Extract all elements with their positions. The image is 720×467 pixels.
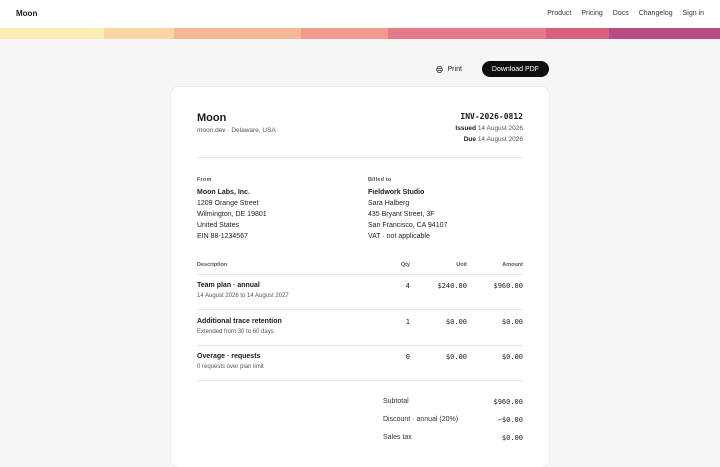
- due-value: 14 August 2026: [477, 136, 523, 143]
- from-line: Wilmington, DE 19801: [197, 211, 267, 218]
- item-amount: $0.00: [501, 318, 523, 326]
- sales-tax-value: $0.00: [501, 434, 523, 442]
- item-unit: $0.00: [445, 353, 467, 361]
- discount-value: −$0.00: [497, 416, 523, 424]
- stripe-segment: [301, 28, 388, 39]
- from-line: United States: [197, 222, 240, 229]
- stripe-segment: [388, 28, 546, 39]
- stripe-segment: [174, 28, 301, 39]
- item-description: Extended from 30 to 60 days: [197, 329, 274, 335]
- stripe-segment: [104, 28, 174, 39]
- col-unit: Unit: [456, 262, 467, 268]
- brand-logo[interactable]: Moon: [16, 9, 37, 18]
- billed-to-line: Sara Halberg: [368, 200, 410, 207]
- sales-tax-label: Sales tax: [383, 434, 412, 441]
- print-label: Print: [447, 65, 462, 73]
- top-nav: Moon Product Pricing Docs Changelog Sign…: [0, 0, 720, 28]
- col-description: Description: [197, 262, 228, 268]
- from-line: EIN 88-1234567: [197, 233, 248, 240]
- item-title: Overage · requests: [197, 353, 261, 360]
- issued-value: 14 August 2026: [477, 125, 523, 132]
- divider: [197, 345, 523, 346]
- billed-to-block: Billed to Fieldwork Studio Sara Halberg …: [368, 177, 528, 242]
- item-qty: 1: [405, 318, 410, 326]
- nav-link-product[interactable]: Product: [547, 10, 571, 17]
- divider: [197, 274, 523, 275]
- item-amount: $960.00: [493, 282, 523, 290]
- stripe-segment: [546, 28, 609, 39]
- nav-links: Product Pricing Docs Changelog Sign in: [547, 10, 704, 17]
- item-unit: $240.00: [437, 282, 467, 290]
- item-unit: $0.00: [445, 318, 467, 326]
- from-block: From Moon Labs, Inc. 1209 Orange Street …: [197, 177, 357, 242]
- download-pdf-button[interactable]: Download PDF: [481, 61, 549, 77]
- item-description: 0 requests over plan limit: [197, 364, 264, 370]
- discount-label: Discount · annual (20%): [383, 416, 459, 423]
- billed-to-name: Fieldwork Studio: [368, 189, 425, 196]
- item-qty: 4: [405, 282, 410, 290]
- billed-to-line: VAT · not applicable: [368, 233, 430, 240]
- stripe-segment: [0, 28, 104, 39]
- divider: [197, 380, 523, 381]
- nav-link-sign-in[interactable]: Sign in: [683, 10, 704, 17]
- item-period: 14 August 2026 to 14 August 2027: [197, 293, 289, 299]
- col-qty: Qty: [400, 262, 410, 268]
- nav-link-docs[interactable]: Docs: [613, 10, 629, 17]
- item-amount: $0.00: [501, 353, 523, 361]
- item-qty: 0: [405, 353, 410, 361]
- due-date: Due 14 August 2026: [464, 136, 523, 143]
- issued-date: Issued 14 August 2026: [455, 125, 523, 132]
- invoice-actions: Print Download PDF: [426, 61, 549, 77]
- subtotal-value: $960.00: [493, 398, 523, 406]
- item-title: Team plan · annual: [197, 282, 260, 289]
- from-label: From: [197, 177, 212, 183]
- nav-link-changelog[interactable]: Changelog: [639, 10, 673, 17]
- from-line: 1209 Orange Street: [197, 200, 259, 207]
- print-button[interactable]: Print: [426, 61, 472, 77]
- from-name: Moon Labs, Inc.: [197, 189, 250, 196]
- subtotal-label: Subtotal: [383, 398, 409, 405]
- issued-label: Issued: [455, 125, 476, 132]
- divider: [197, 157, 523, 158]
- printer-icon: [435, 65, 443, 73]
- item-title: Additional trace retention: [197, 318, 282, 325]
- due-label: Due: [463, 136, 476, 143]
- col-amount: Amount: [502, 262, 523, 268]
- billed-to-line: 435 Bryant Street, 3F: [368, 211, 435, 218]
- invoice-card: Moon moon.dev · Delaware, USA INV-2026-0…: [171, 87, 549, 467]
- divider: [197, 309, 523, 310]
- billed-to-label: Billed to: [368, 177, 392, 183]
- nav-link-pricing[interactable]: Pricing: [581, 10, 602, 17]
- stripe-segment: [609, 28, 720, 39]
- invoice-number: INV-2026-0812: [460, 112, 523, 121]
- brand-color-stripe: [0, 28, 720, 39]
- billed-to-line: San Francisco, CA 94107: [368, 222, 448, 229]
